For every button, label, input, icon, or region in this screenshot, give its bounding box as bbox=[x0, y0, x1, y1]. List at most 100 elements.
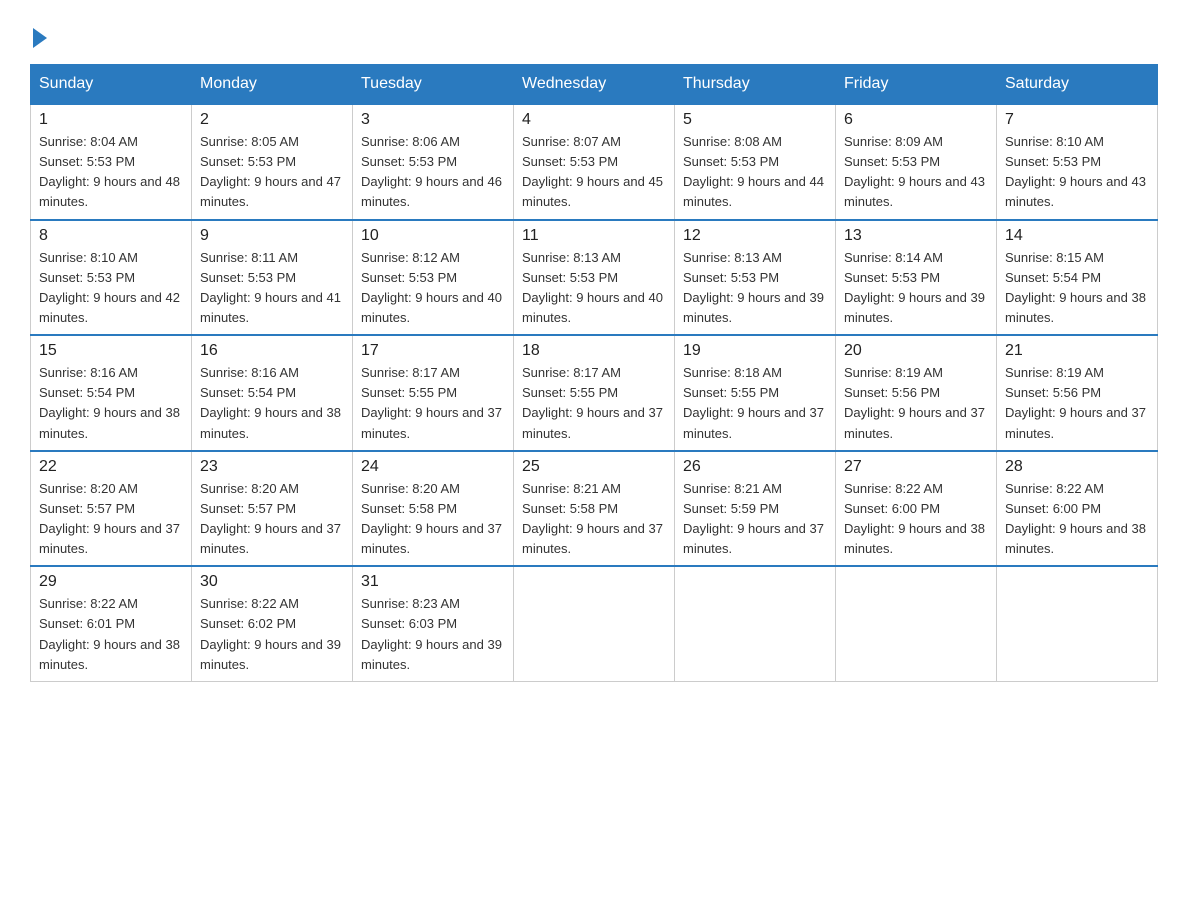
day-info: Sunrise: 8:20 AMSunset: 5:58 PMDaylight:… bbox=[361, 479, 505, 560]
calendar-week-row: 15Sunrise: 8:16 AMSunset: 5:54 PMDayligh… bbox=[31, 335, 1158, 451]
calendar-day-cell: 11 Sunrise: 8:13 AMSunset: 5:53 PMDayligh… bbox=[514, 220, 675, 336]
calendar-week-row: 8 Sunrise: 8:10 AMSunset: 5:53 PMDaylight… bbox=[31, 220, 1158, 336]
day-number: 9 bbox=[200, 227, 344, 245]
calendar-body: 1 Sunrise: 8:04 AMSunset: 5:53 PMDaylight… bbox=[31, 104, 1158, 681]
day-number: 18 bbox=[522, 342, 666, 360]
day-info: Sunrise: 8:05 AMSunset: 5:53 PMDaylight:… bbox=[200, 132, 344, 213]
day-info: Sunrise: 8:13 AMSunset: 5:53 PMDaylight:… bbox=[522, 248, 666, 329]
calendar-day-cell: 15Sunrise: 8:16 AMSunset: 5:54 PMDayligh… bbox=[31, 335, 192, 451]
day-info: Sunrise: 8:16 AMSunset: 5:54 PMDaylight:… bbox=[200, 363, 344, 444]
calendar-day-cell: 4 Sunrise: 8:07 AMSunset: 5:53 PMDaylight… bbox=[514, 104, 675, 220]
day-info: Sunrise: 8:17 AMSunset: 5:55 PMDaylight:… bbox=[361, 363, 505, 444]
calendar-day-cell: 8 Sunrise: 8:10 AMSunset: 5:53 PMDaylight… bbox=[31, 220, 192, 336]
day-info: Sunrise: 8:13 AMSunset: 5:53 PMDaylight:… bbox=[683, 248, 827, 329]
day-number: 26 bbox=[683, 458, 827, 476]
day-info: Sunrise: 8:16 AMSunset: 5:54 PMDaylight:… bbox=[39, 363, 183, 444]
calendar-day-cell: 3 Sunrise: 8:06 AMSunset: 5:53 PMDaylight… bbox=[353, 104, 514, 220]
day-info: Sunrise: 8:19 AMSunset: 5:56 PMDaylight:… bbox=[844, 363, 988, 444]
day-number: 25 bbox=[522, 458, 666, 476]
day-info: Sunrise: 8:10 AMSunset: 5:53 PMDaylight:… bbox=[1005, 132, 1149, 213]
calendar-day-cell: 5 Sunrise: 8:08 AMSunset: 5:53 PMDaylight… bbox=[675, 104, 836, 220]
calendar-day-cell: 20 Sunrise: 8:19 AMSunset: 5:56 PMDayligh… bbox=[836, 335, 997, 451]
day-info: Sunrise: 8:14 AMSunset: 5:53 PMDaylight:… bbox=[844, 248, 988, 329]
calendar-day-cell: 2 Sunrise: 8:05 AMSunset: 5:53 PMDaylight… bbox=[192, 104, 353, 220]
calendar-day-cell: 16 Sunrise: 8:16 AMSunset: 5:54 PMDayligh… bbox=[192, 335, 353, 451]
calendar-day-cell: 9 Sunrise: 8:11 AMSunset: 5:53 PMDaylight… bbox=[192, 220, 353, 336]
day-info: Sunrise: 8:04 AMSunset: 5:53 PMDaylight:… bbox=[39, 132, 183, 213]
day-number: 5 bbox=[683, 111, 827, 129]
day-info: Sunrise: 8:21 AMSunset: 5:58 PMDaylight:… bbox=[522, 479, 666, 560]
day-info: Sunrise: 8:09 AMSunset: 5:53 PMDaylight:… bbox=[844, 132, 988, 213]
calendar-day-cell: 10 Sunrise: 8:12 AMSunset: 5:53 PMDayligh… bbox=[353, 220, 514, 336]
day-info: Sunrise: 8:15 AMSunset: 5:54 PMDaylight:… bbox=[1005, 248, 1149, 329]
day-info: Sunrise: 8:22 AMSunset: 6:00 PMDaylight:… bbox=[844, 479, 988, 560]
calendar-day-cell: 24 Sunrise: 8:20 AMSunset: 5:58 PMDayligh… bbox=[353, 451, 514, 567]
logo-triangle-icon bbox=[33, 28, 47, 48]
calendar-day-cell: 31 Sunrise: 8:23 AMSunset: 6:03 PMDayligh… bbox=[353, 566, 514, 681]
calendar-day-cell: 1 Sunrise: 8:04 AMSunset: 5:53 PMDaylight… bbox=[31, 104, 192, 220]
day-info: Sunrise: 8:19 AMSunset: 5:56 PMDaylight:… bbox=[1005, 363, 1149, 444]
calendar-table: SundayMondayTuesdayWednesdayThursdayFrid… bbox=[30, 64, 1158, 682]
header-day-sunday: Sunday bbox=[31, 65, 192, 105]
day-number: 27 bbox=[844, 458, 988, 476]
header-day-thursday: Thursday bbox=[675, 65, 836, 105]
calendar-day-cell: 27 Sunrise: 8:22 AMSunset: 6:00 PMDayligh… bbox=[836, 451, 997, 567]
calendar-header: SundayMondayTuesdayWednesdayThursdayFrid… bbox=[31, 65, 1158, 105]
day-number: 8 bbox=[39, 227, 183, 245]
page-header bbox=[30, 20, 1158, 46]
day-info: Sunrise: 8:21 AMSunset: 5:59 PMDaylight:… bbox=[683, 479, 827, 560]
header-row: SundayMondayTuesdayWednesdayThursdayFrid… bbox=[31, 65, 1158, 105]
calendar-day-cell: 26 Sunrise: 8:21 AMSunset: 5:59 PMDayligh… bbox=[675, 451, 836, 567]
day-info: Sunrise: 8:10 AMSunset: 5:53 PMDaylight:… bbox=[39, 248, 183, 329]
calendar-day-cell: 18Sunrise: 8:17 AMSunset: 5:55 PMDayligh… bbox=[514, 335, 675, 451]
day-number: 31 bbox=[361, 573, 505, 591]
day-number: 30 bbox=[200, 573, 344, 591]
calendar-day-cell: 19Sunrise: 8:18 AMSunset: 5:55 PMDayligh… bbox=[675, 335, 836, 451]
day-number: 4 bbox=[522, 111, 666, 129]
day-number: 3 bbox=[361, 111, 505, 129]
day-info: Sunrise: 8:20 AMSunset: 5:57 PMDaylight:… bbox=[200, 479, 344, 560]
day-info: Sunrise: 8:07 AMSunset: 5:53 PMDaylight:… bbox=[522, 132, 666, 213]
day-number: 11 bbox=[522, 227, 666, 245]
day-info: Sunrise: 8:11 AMSunset: 5:53 PMDaylight:… bbox=[200, 248, 344, 329]
day-info: Sunrise: 8:22 AMSunset: 6:01 PMDaylight:… bbox=[39, 594, 183, 675]
day-number: 13 bbox=[844, 227, 988, 245]
day-number: 28 bbox=[1005, 458, 1149, 476]
calendar-day-cell: 17Sunrise: 8:17 AMSunset: 5:55 PMDayligh… bbox=[353, 335, 514, 451]
day-info: Sunrise: 8:18 AMSunset: 5:55 PMDaylight:… bbox=[683, 363, 827, 444]
day-number: 20 bbox=[844, 342, 988, 360]
day-number: 2 bbox=[200, 111, 344, 129]
calendar-day-cell: 29Sunrise: 8:22 AMSunset: 6:01 PMDayligh… bbox=[31, 566, 192, 681]
header-day-friday: Friday bbox=[836, 65, 997, 105]
header-day-saturday: Saturday bbox=[997, 65, 1158, 105]
calendar-day-cell: 21 Sunrise: 8:19 AMSunset: 5:56 PMDayligh… bbox=[997, 335, 1158, 451]
logo bbox=[30, 28, 47, 46]
day-number: 16 bbox=[200, 342, 344, 360]
calendar-day-cell: 22 Sunrise: 8:20 AMSunset: 5:57 PMDayligh… bbox=[31, 451, 192, 567]
day-number: 1 bbox=[39, 111, 183, 129]
day-number: 14 bbox=[1005, 227, 1149, 245]
day-info: Sunrise: 8:12 AMSunset: 5:53 PMDaylight:… bbox=[361, 248, 505, 329]
day-number: 22 bbox=[39, 458, 183, 476]
day-info: Sunrise: 8:06 AMSunset: 5:53 PMDaylight:… bbox=[361, 132, 505, 213]
day-info: Sunrise: 8:22 AMSunset: 6:00 PMDaylight:… bbox=[1005, 479, 1149, 560]
calendar-week-row: 1 Sunrise: 8:04 AMSunset: 5:53 PMDaylight… bbox=[31, 104, 1158, 220]
calendar-week-row: 29Sunrise: 8:22 AMSunset: 6:01 PMDayligh… bbox=[31, 566, 1158, 681]
day-number: 23 bbox=[200, 458, 344, 476]
day-number: 7 bbox=[1005, 111, 1149, 129]
calendar-day-cell: 12 Sunrise: 8:13 AMSunset: 5:53 PMDayligh… bbox=[675, 220, 836, 336]
day-number: 10 bbox=[361, 227, 505, 245]
day-info: Sunrise: 8:20 AMSunset: 5:57 PMDaylight:… bbox=[39, 479, 183, 560]
calendar-day-cell: 30Sunrise: 8:22 AMSunset: 6:02 PMDayligh… bbox=[192, 566, 353, 681]
calendar-day-cell: 28 Sunrise: 8:22 AMSunset: 6:00 PMDayligh… bbox=[997, 451, 1158, 567]
day-number: 24 bbox=[361, 458, 505, 476]
calendar-day-cell: 6 Sunrise: 8:09 AMSunset: 5:53 PMDaylight… bbox=[836, 104, 997, 220]
calendar-day-cell: 14 Sunrise: 8:15 AMSunset: 5:54 PMDayligh… bbox=[997, 220, 1158, 336]
calendar-day-cell: 23 Sunrise: 8:20 AMSunset: 5:57 PMDayligh… bbox=[192, 451, 353, 567]
day-info: Sunrise: 8:08 AMSunset: 5:53 PMDaylight:… bbox=[683, 132, 827, 213]
day-number: 6 bbox=[844, 111, 988, 129]
day-number: 21 bbox=[1005, 342, 1149, 360]
day-info: Sunrise: 8:23 AMSunset: 6:03 PMDaylight:… bbox=[361, 594, 505, 675]
header-day-wednesday: Wednesday bbox=[514, 65, 675, 105]
day-number: 12 bbox=[683, 227, 827, 245]
